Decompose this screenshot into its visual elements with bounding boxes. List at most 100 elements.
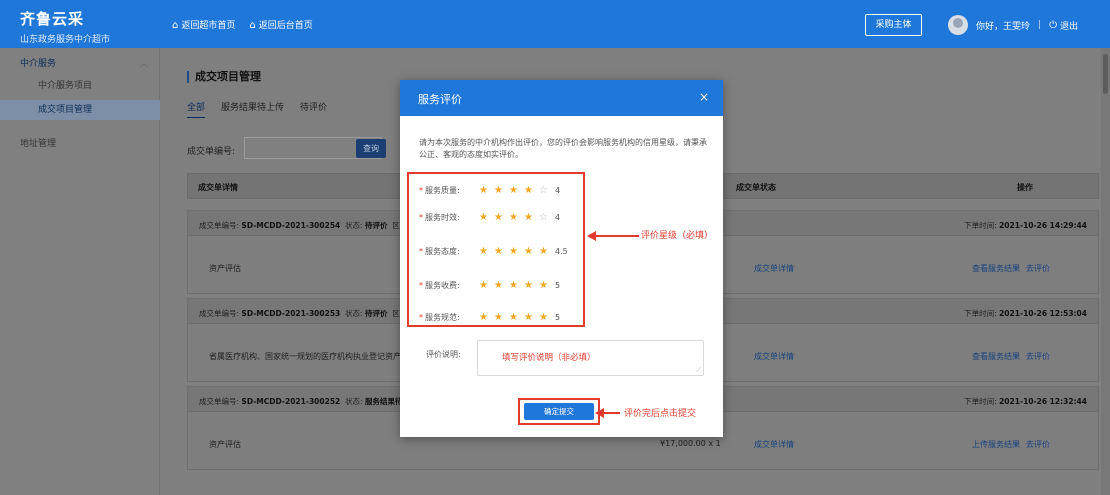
star-icon[interactable]: ★ (479, 312, 494, 323)
buyer-button[interactable]: 采购主体 (865, 14, 922, 36)
top-nav: ⌂ 返回超市首页 ⌂ 返回后台首页 (172, 18, 313, 31)
star-icon[interactable]: ★ (524, 280, 539, 291)
star-icon[interactable]: ★ (494, 185, 509, 196)
star-icon[interactable]: ★ (479, 280, 494, 291)
sidebar-item-deal-management[interactable]: 成交项目管理 (0, 100, 160, 120)
star-icon[interactable]: ★ (539, 280, 554, 291)
divider: | (1038, 20, 1042, 30)
sidebar-item-service-projects[interactable]: 中介服务项目 (0, 76, 160, 96)
nav-admin-home-label: 返回后台首页 (258, 21, 313, 31)
brand-title: 齐鲁云采 (20, 10, 85, 28)
star-icon[interactable]: ★ (494, 212, 509, 223)
review-link[interactable]: 去评价 (1026, 440, 1050, 449)
column-header: 成交单状态 (736, 183, 776, 192)
tab-pending-upload[interactable]: 服务结果待上传 (221, 100, 284, 118)
sidebar-group-intermediary[interactable]: 中介服务 ︿ (0, 54, 160, 74)
home-icon: ⌂ (172, 20, 179, 31)
star-icon[interactable]: ★ (509, 185, 524, 196)
scrollbar-thumb[interactable] (1103, 54, 1108, 94)
rating-row: * 服务态度: ★ ★ ★ ★ ★ 4.5 (419, 246, 568, 257)
star-icon[interactable]: ★ (524, 312, 539, 323)
description-textarea[interactable]: 填写评价说明（非必填） ⟋ (477, 340, 704, 376)
close-icon[interactable]: × (699, 90, 709, 104)
star-icon[interactable]: ★ (494, 312, 509, 323)
submit-annotation: 评价完后点击提交 (624, 409, 697, 419)
star-rating[interactable]: ★ ★ ★ ★ ☆ (479, 212, 554, 223)
star-icon[interactable]: ★ (479, 246, 494, 257)
sidebar-group-label: 中介服务 (20, 59, 57, 69)
order-number: 成交单编号: SD-MCDD-2021-300252 状态: 服务结果待上传 (199, 397, 418, 406)
page-title: 成交项目管理 (187, 71, 261, 83)
chevron-up-icon: ︿ (140, 59, 148, 68)
order-actions: 上传服务结果 去评价 (966, 439, 1050, 450)
star-icon[interactable]: ★ (479, 212, 494, 223)
star-icon[interactable]: ★ (479, 185, 494, 196)
column-header: 操作 (1017, 183, 1033, 192)
sidebar-item-address[interactable]: 地址管理 (0, 134, 160, 154)
view-result-link[interactable]: 查看服务结果 (972, 352, 1020, 361)
empty-star-icon[interactable]: ☆ (539, 212, 554, 223)
tab-pending-review[interactable]: 待评价 (300, 100, 327, 118)
upload-result-link[interactable]: 上传服务结果 (972, 440, 1020, 449)
star-rating[interactable]: ★ ★ ★ ★ ☆ (479, 185, 554, 196)
rating-label: 服务规范: (425, 313, 460, 322)
order-item-name: 资产评估 (209, 264, 241, 273)
order-actions: 查看服务结果 去评价 (966, 351, 1050, 362)
star-icon[interactable]: ★ (509, 246, 524, 257)
search-button[interactable]: 查询 (356, 139, 386, 158)
home-icon: ⌂ (249, 20, 256, 31)
star-icon[interactable]: ★ (524, 246, 539, 257)
brand[interactable]: 齐鲁云采 山东政务服务中介超市 (20, 8, 110, 45)
rating-annotation: 评价星级（必填） (641, 231, 714, 241)
nav-admin-home[interactable]: ⌂ 返回后台首页 (249, 18, 312, 31)
rating-row: * 服务时效: ★ ★ ★ ★ ☆ 4 (419, 212, 560, 223)
star-icon[interactable]: ★ (509, 212, 524, 223)
star-icon[interactable]: ★ (524, 185, 539, 196)
description-placeholder: 填写评价说明（非必填） (502, 353, 596, 363)
top-bar: 齐鲁云采 山东政务服务中介超市 ⌂ 返回超市首页 ⌂ 返回后台首页 采购主体 你好，… (0, 0, 1110, 48)
required-mark: * (419, 247, 423, 256)
star-icon[interactable]: ★ (494, 246, 509, 257)
order-time: 下单时间: 2021-10-26 12:32:44 (964, 397, 1087, 406)
submit-button[interactable]: 确定提交 (524, 403, 594, 420)
star-rating[interactable]: ★ ★ ★ ★ ★ (479, 246, 554, 257)
app-root: 齐鲁云采 山东政务服务中介超市 ⌂ 返回超市首页 ⌂ 返回后台首页 采购主体 你好，… (0, 0, 1110, 495)
rating-value: 5 (555, 281, 561, 290)
empty-star-icon[interactable]: ☆ (539, 185, 554, 196)
power-icon[interactable]: ⏻ (1049, 20, 1057, 31)
review-link[interactable]: 去评价 (1026, 352, 1050, 361)
tab-all[interactable]: 全部 (187, 100, 206, 118)
star-icon[interactable]: ★ (509, 312, 524, 323)
user-area: 你好，王雯玲 | ⏻ 退出 (948, 14, 1078, 36)
review-link[interactable]: 去评价 (1026, 264, 1050, 273)
submit-highlight-box: 确定提交 (518, 398, 600, 425)
rating-value: 4 (555, 186, 561, 195)
star-rating[interactable]: ★ ★ ★ ★ ★ (479, 312, 554, 323)
order-number: 成交单编号: SD-MCDD-2021-300253 状态: 待评价 区 (199, 309, 400, 318)
half-star-icon[interactable]: ★ (539, 246, 554, 257)
avatar[interactable] (948, 15, 968, 35)
logout-link[interactable]: 退出 (1060, 19, 1078, 32)
star-icon[interactable]: ★ (524, 212, 539, 223)
order-detail-link[interactable]: 成交单详情 (754, 263, 794, 274)
order-detail-link[interactable]: 成交单详情 (754, 439, 794, 450)
required-mark: * (419, 313, 423, 322)
rating-value: 4 (555, 213, 561, 222)
rating-label: 服务态度: (425, 247, 460, 256)
star-icon[interactable]: ★ (509, 280, 524, 291)
dialog-intro: 请为本次服务的中介机构作出评价，您的评价会影响服务机构的信用星级，请秉承公正、客… (419, 138, 707, 159)
greeting: 你好，王雯玲 (976, 21, 1031, 32)
dialog-title: 服务评价 (418, 93, 462, 106)
nav-market-home-label: 返回超市首页 (181, 21, 236, 31)
nav-market-home[interactable]: ⌂ 返回超市首页 (172, 18, 235, 31)
order-detail-link[interactable]: 成交单详情 (754, 351, 794, 362)
view-result-link[interactable]: 查看服务结果 (972, 264, 1020, 273)
star-icon[interactable]: ★ (539, 312, 554, 323)
tab-bar: 全部 服务结果待上传 待评价 (187, 100, 327, 118)
page-scrollbar[interactable] (1101, 48, 1110, 495)
rating-row: * 服务规范: ★ ★ ★ ★ ★ 5 (419, 312, 560, 323)
star-rating[interactable]: ★ ★ ★ ★ ★ (479, 280, 554, 291)
resize-handle-icon[interactable]: ⟋ (696, 367, 701, 374)
rating-value: 5 (555, 313, 561, 322)
star-icon[interactable]: ★ (494, 280, 509, 291)
